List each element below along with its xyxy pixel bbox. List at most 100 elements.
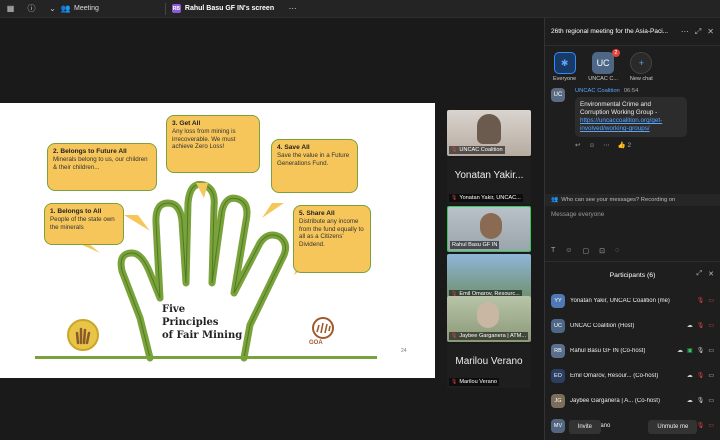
compose-tools: T ☺ ▢ ⊡ ◌ <box>551 247 619 255</box>
avatar: EO <box>551 368 565 383</box>
popout-icon[interactable]: ⤢ <box>697 270 703 278</box>
chip-new-chat[interactable]: + New chat <box>630 52 653 82</box>
cloud-icon: ☁ <box>686 323 693 329</box>
principle-title: 5. Share All <box>299 210 335 217</box>
principle-note-4: 4. Save All Save the value in a Future G… <box>271 139 358 193</box>
message-text: Environmental Crime and Corruption Worki… <box>580 101 658 116</box>
participant-name: Jaybee Garganera | A... (Co-host) <box>570 397 660 404</box>
mic-off-icon: 🎙 <box>451 333 458 339</box>
participant-row[interactable]: RB Rahul Basu GF IN (Co-host) ☁ ▣ 🎙 ▭ <box>551 338 714 363</box>
mic-off-icon: 🎙 <box>696 323 705 329</box>
mic-off-icon: 🎙 <box>451 147 458 153</box>
close-icon[interactable]: ✕ <box>708 270 714 278</box>
principle-note-5: 5. Share All Distribute any income from … <box>293 205 371 273</box>
everyone-icon: ✱ <box>553 52 576 74</box>
goa-logo: GOA <box>305 316 341 354</box>
emoji-icon[interactable]: ☺ <box>588 142 595 149</box>
chip-uncac[interactable]: UC 2 UNCAC C... <box>588 49 620 82</box>
participant-name: Yonatan Yakir, UNCAC Coalition (me) <box>570 297 670 304</box>
meeting-stage: 1. Belongs to All People of the state ow… <box>0 18 544 440</box>
slide-title-line: of Fair Mining <box>162 330 243 341</box>
cloud-icon: ☁ <box>686 373 693 379</box>
chevron-down-icon: ⌄ <box>49 4 56 13</box>
hand-logo <box>67 319 99 351</box>
sender-name: UNCAC Coalition <box>575 88 620 94</box>
thumbs-up-reaction[interactable]: 👍 2 <box>618 141 632 149</box>
video-tile[interactable]: 🎙 UNCAC Coalition <box>447 110 531 156</box>
close-icon[interactable]: ✕ <box>707 27 714 37</box>
principle-note-2: 2. Belongs to Future All Minerals belong… <box>47 143 157 191</box>
cloud-icon: ☁ <box>686 398 693 404</box>
avatar: RB <box>551 343 565 358</box>
more-icon[interactable]: ⋯ <box>603 141 610 149</box>
chat-recipient-chips: ✱ Everyone UC 2 UNCAC C... + New chat <box>545 46 720 86</box>
compose-placeholder: Message everyone <box>551 211 605 218</box>
share-avatar: RB <box>171 4 181 13</box>
chat-header: 26th regional meeting for the Asia-Paci.… <box>545 18 720 46</box>
video-off-icon: ▭ <box>708 323 714 329</box>
tile-name-label: 🎙 Yonatan Yakir, UNCAC... <box>449 194 523 202</box>
cloud-icon: ☁ <box>677 348 684 354</box>
mic-off-icon: 🎙 <box>451 379 458 385</box>
message-bubble: Environmental Crime and Corruption Worki… <box>575 97 687 137</box>
tile-big-name: Marilou Verano <box>455 356 523 367</box>
info-button[interactable]: ⓘ <box>21 0 42 18</box>
chip-label: UNCAC C... <box>588 76 618 82</box>
more-icon[interactable]: ⋯ <box>288 4 297 13</box>
share-screen-icon: ▣ <box>687 348 693 354</box>
principle-text: Any loss from mining is irrecoverable. W… <box>172 128 236 151</box>
video-off-icon: ▭ <box>708 298 714 304</box>
participants-header: Participants (6) ⤢ ✕ <box>545 262 720 288</box>
principle-text: Minerals belong to us, our children & th… <box>53 156 148 171</box>
reply-icon[interactable]: ↩ <box>575 141 580 149</box>
visibility-notice[interactable]: 👥 Who can see your messages? Recording o… <box>545 194 720 206</box>
unmute-button[interactable]: Unmute me <box>648 420 698 434</box>
shared-screen-tab[interactable]: RB Rahul Basu GF IN's screen ⋯ <box>166 0 303 18</box>
principle-note-1: 1. Belongs to All People of the state ow… <box>44 203 124 245</box>
unread-badge: 2 <box>611 49 620 57</box>
goa-logo-text: GOA <box>309 340 323 346</box>
message-meta: UNCAC Coalition 06:54 <box>575 88 714 94</box>
mic-icon: 🎙 <box>696 398 705 404</box>
participant-name: Emil Omarov, Resour... (Co-host) <box>570 372 659 379</box>
principle-title: 2. Belongs to Future All <box>53 148 127 155</box>
meeting-menu-button[interactable]: ⌄ 👥 Meeting <box>42 0 105 18</box>
video-tile-active-speaker[interactable]: Rahul Basu GF IN <box>447 206 531 252</box>
more-icon[interactable]: ⋯ <box>681 27 689 37</box>
message-link[interactable]: https://uncaccoalition.org/get-involved/… <box>580 117 662 132</box>
info-icon: ⓘ <box>27 4 36 13</box>
video-tile[interactable]: Yonatan Yakir... 🎙 Yonatan Yakir, UNCAC..… <box>447 158 531 204</box>
shared-screen-title: Rahul Basu GF IN's screen <box>184 5 275 12</box>
participant-row[interactable]: UC UNCAC Coalition (Host) ☁ 🎙 ▭ <box>551 313 714 338</box>
mic-icon: 🎙 <box>696 348 705 354</box>
side-panel: 26th regional meeting for the Asia-Paci.… <box>544 18 720 440</box>
chip-label: New chat <box>629 76 653 82</box>
popout-icon[interactable]: ⤢ <box>695 27 701 37</box>
slide-title-line: Principles <box>162 317 219 328</box>
tile-name-label: 🎙 UNCAC Coalition <box>449 146 505 154</box>
principle-note-3: 3. Get All Any loss from mining is irrec… <box>166 115 260 173</box>
participant-row[interactable]: EO Emil Omarov, Resour... (Co-host) ☁ 🎙 ▭ <box>551 363 714 388</box>
chip-everyone[interactable]: ✱ Everyone <box>553 52 576 82</box>
format-icon[interactable]: T <box>551 247 555 255</box>
video-tile[interactable]: 🎙 Jaybee Garganera | ATM... <box>447 296 531 342</box>
video-icon: ▭ <box>708 398 714 404</box>
video-tile[interactable]: 🎙 Emil Omarov, Resourc... <box>447 254 531 300</box>
video-tile[interactable]: Marilou Verano 🎙 Marilou Verano <box>447 344 531 388</box>
principle-text: Save the value in a Future Generations F… <box>277 152 350 167</box>
reaction-icon[interactable]: ◌ <box>615 247 619 255</box>
invite-button[interactable]: Invite <box>568 420 601 434</box>
principle-title: 3. Get All <box>172 120 201 127</box>
screenshot-icon[interactable]: ⊡ <box>599 247 605 255</box>
participant-row[interactable]: JG Jaybee Garganera | A... (Co-host) ☁ 🎙 ▭ <box>551 388 714 413</box>
meeting-label: Meeting <box>74 5 99 12</box>
avatar: UC <box>551 318 565 333</box>
tile-name-label: 🎙 Jaybee Garganera | ATM... <box>449 332 529 340</box>
file-icon[interactable]: ▢ <box>582 247 589 255</box>
message-compose[interactable]: Message everyone T ☺ ▢ ⊡ ◌ <box>545 206 720 262</box>
chat-message: UC UNCAC Coalition 06:54 Environmental Cr… <box>545 86 720 194</box>
video-icon: ▭ <box>708 348 714 354</box>
participant-row[interactable]: YY Yonatan Yakir, UNCAC Coalition (me) 🎙… <box>551 288 714 313</box>
grid-button[interactable]: ▦ <box>0 0 21 18</box>
emoji-icon[interactable]: ☺ <box>565 247 572 255</box>
